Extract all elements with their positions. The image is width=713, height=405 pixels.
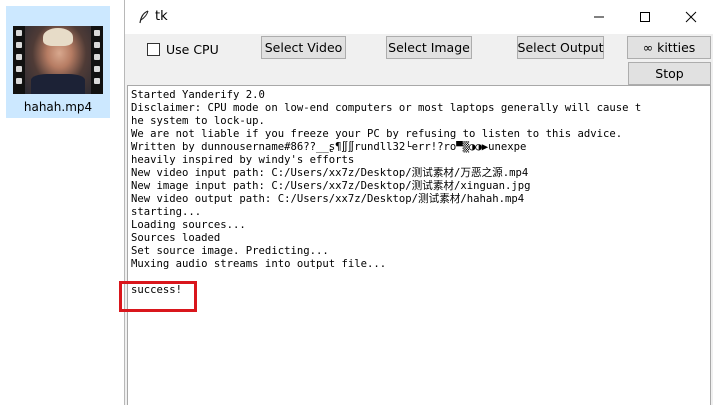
console-line: he system to lock-up. [131,115,265,127]
console-line: Loading sources... [131,219,246,231]
feather-icon [139,10,149,24]
console-line: New video output path: C:/Users/xx7z/Des… [131,193,525,205]
console-line-success: success! [131,284,183,296]
console-output[interactable]: Started Yanderify 2.0 Disclaimer: CPU mo… [127,85,711,405]
maximize-button[interactable] [622,0,668,34]
console-line: Set source image. Predicting... [131,245,329,257]
desktop-file-item[interactable]: hahah.mp4 [6,6,110,118]
close-button[interactable] [668,0,713,34]
minimize-button[interactable] [576,0,622,34]
close-icon [685,11,697,23]
use-cpu-checkbox[interactable]: Use CPU [147,40,219,58]
select-video-button[interactable]: Select Video [261,36,346,59]
console-line: Muxing audio streams into output file... [131,258,387,270]
select-output-button[interactable]: Select Output [517,36,604,59]
console-line: starting... [131,206,202,218]
console-line: New image input path: C:/Users/xx7z/Desk… [131,180,531,192]
kitties-button[interactable]: ∞ kitties [627,36,711,59]
app-window: tk Use CPU Select Video Select Image Sel… [124,0,713,405]
console-line: New video input path: C:/Users/xx7z/Desk… [131,167,529,179]
console-line: We are not liable if you freeze your PC … [131,128,623,140]
checkbox-box[interactable] [147,42,160,56]
toolbar: Use CPU Select Video Select Image Select… [125,34,713,62]
select-image-button[interactable]: Select Image [386,36,472,59]
maximize-icon [640,12,650,22]
title-bar[interactable]: tk [125,0,713,34]
console-line: Started Yanderify 2.0 [131,89,265,101]
stop-button[interactable]: Stop [628,62,711,85]
minimize-icon [594,16,604,18]
video-thumbnail [25,26,91,94]
film-strip-right [91,26,103,94]
window-title: tk [155,9,168,24]
file-name-label: hahah.mp4 [23,100,93,114]
console-line: Sources loaded [131,232,221,244]
console-line: Disclaimer: CPU mode on low-end computer… [131,102,642,114]
film-strip-left [13,26,25,94]
console-line: Written by dunnousername#86??__ʂ¶∬∬rundl… [131,141,527,153]
use-cpu-label: Use CPU [166,41,219,57]
console-line: heavily inspired by windy's efforts [131,154,355,166]
success-highlight-box [119,281,197,312]
video-file-icon [13,26,103,94]
